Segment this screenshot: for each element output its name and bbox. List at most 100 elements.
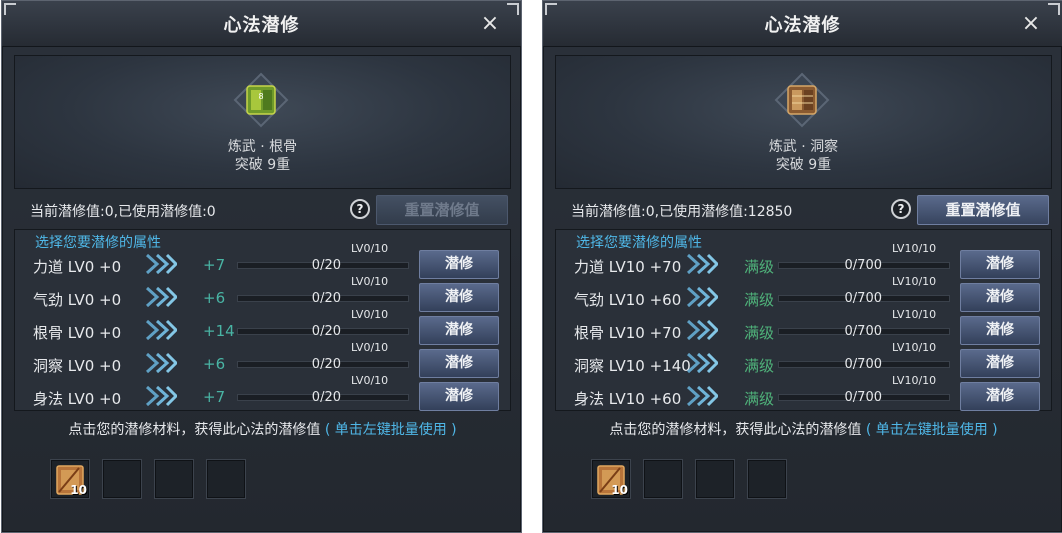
cultivate-button[interactable]: 潜修 xyxy=(419,316,499,345)
material-slot[interactable]: 10 xyxy=(591,459,631,499)
material-slot[interactable] xyxy=(695,459,735,499)
help-icon[interactable]: ? xyxy=(350,199,370,219)
title-bar[interactable]: 心法潜修 × xyxy=(2,1,521,47)
reset-cultivation-button[interactable]: 重置潜修值 xyxy=(376,195,508,225)
material-slot[interactable]: 10 xyxy=(50,459,90,499)
title-bar[interactable]: 心法潜修 × xyxy=(543,1,1062,47)
chevron-right-icon xyxy=(684,252,720,276)
attribute-name: 洞察 LV0 +0 xyxy=(33,357,122,375)
attribute-name: 力道 LV10 +70 xyxy=(574,258,682,276)
item-name: 炼武 · 洞察 xyxy=(768,139,839,155)
attribute-max-level: 满级 xyxy=(744,390,775,408)
attribute-name: 洞察 LV10 +140 xyxy=(574,357,691,375)
attribute-level: LV10/10 xyxy=(892,242,937,255)
cultivate-button[interactable]: 潜修 xyxy=(419,382,499,411)
reset-cultivation-button[interactable]: 重置潜修值 xyxy=(917,195,1049,225)
hint-text: 点击您的潜修材料，获得此心法的潜修值 xyxy=(68,422,321,438)
progress-count: 0/700 xyxy=(844,357,882,372)
cultivation-value-text: 当前潜修值:0,已使用潜修值:0 xyxy=(30,204,216,220)
cultivation-value-text: 当前潜修值:0,已使用潜修值:12850 xyxy=(571,204,793,220)
progress-count: 0/20 xyxy=(311,324,341,339)
attribute-row-constitution: 根骨 LV10 +70 满级 0/700 LV10/10 潜修 xyxy=(556,308,1051,347)
progress-count: 0/20 xyxy=(311,390,341,405)
chevron-right-icon xyxy=(684,285,720,309)
attribute-name: 身法 LV0 +0 xyxy=(33,390,122,408)
cultivate-button[interactable]: 潜修 xyxy=(419,349,499,378)
cultivate-button[interactable]: 潜修 xyxy=(960,382,1040,411)
cultivate-button[interactable]: 潜修 xyxy=(960,349,1040,378)
progress-count: 0/700 xyxy=(844,291,882,306)
green-book-icon[interactable]: 8 xyxy=(231,72,291,128)
item-display: 炼武 · 洞察 突破 9重 xyxy=(555,55,1052,189)
item-breakthrough: 突破 9重 xyxy=(234,157,291,173)
attribute-level: LV10/10 xyxy=(892,374,937,387)
batch-use-link[interactable]: ( 单击左键批量使用 ) xyxy=(866,422,998,438)
attribute-name: 身法 LV10 +60 xyxy=(574,390,682,408)
cultivation-info-row: 当前潜修值:0,已使用潜修值:0 ? 重置潜修值 xyxy=(14,191,511,227)
cultivate-button[interactable]: 潜修 xyxy=(960,250,1040,279)
attribute-row-insight: 洞察 LV0 +0 +6 0/20 LV0/10 潜修 xyxy=(15,341,510,380)
cultivate-button[interactable]: 潜修 xyxy=(419,250,499,279)
slot-quantity: 10 xyxy=(611,483,628,497)
cultivation-info-row: 当前潜修值:0,已使用潜修值:12850 ? 重置潜修值 xyxy=(555,191,1052,227)
chevron-right-icon xyxy=(684,318,720,342)
cultivate-button[interactable]: 潜修 xyxy=(419,283,499,312)
panel-title: 心法潜修 xyxy=(764,15,841,36)
attribute-level: LV0/10 xyxy=(351,275,389,288)
progress-count: 0/700 xyxy=(844,390,882,405)
attribute-row-constitution: 根骨 LV0 +0 +14 0/20 LV0/10 潜修 xyxy=(15,308,510,347)
chevron-right-icon xyxy=(143,351,179,375)
attribute-max-level: 满级 xyxy=(744,324,775,342)
attribute-max-level: 满级 xyxy=(744,357,775,375)
svg-text:8: 8 xyxy=(258,92,263,101)
attribute-max-level: 满级 xyxy=(744,291,775,309)
progress-count: 0/20 xyxy=(311,291,341,306)
progress-count: 0/20 xyxy=(311,357,341,372)
attribute-max-level: 满级 xyxy=(744,258,775,276)
attribute-row-energy: 气劲 LV0 +0 +6 0/20 LV0/10 潜修 xyxy=(15,275,510,314)
cultivate-button[interactable]: 潜修 xyxy=(960,283,1040,312)
material-slot[interactable] xyxy=(747,459,787,499)
attribute-list: 选择您要潜修的属性 力道 LV10 +70 满级 0/700 LV10/10 潜… xyxy=(555,229,1052,411)
material-slot[interactable] xyxy=(206,459,246,499)
attribute-level: LV0/10 xyxy=(351,308,389,321)
chevron-right-icon xyxy=(143,384,179,408)
item-display: 8 炼武 · 根骨 突破 9重 xyxy=(14,55,511,189)
close-icon[interactable]: × xyxy=(1018,11,1044,37)
cultivation-panel-left: 心法潜修 × 8 炼武 · 根骨 突破 9重 当前潜修值:0,已使用潜修值:0 … xyxy=(1,0,522,533)
batch-use-link[interactable]: ( 单击左键批量使用 ) xyxy=(325,422,457,438)
material-hint: 点击您的潜修材料，获得此心法的潜修值 ( 单击左键批量使用 ) xyxy=(14,419,511,439)
chevron-right-icon xyxy=(684,351,720,375)
attribute-row-insight: 洞察 LV10 +140 满级 0/700 LV10/10 潜修 xyxy=(556,341,1051,380)
attribute-list: 选择您要潜修的属性 力道 LV0 +0 +7 0/20 LV0/10 潜修 气劲… xyxy=(14,229,511,411)
chevron-right-icon xyxy=(143,252,179,276)
chevron-right-icon xyxy=(684,384,720,408)
attribute-level: LV10/10 xyxy=(892,308,937,321)
panel-title: 心法潜修 xyxy=(223,15,300,36)
hint-text: 点击您的潜修材料，获得此心法的潜修值 xyxy=(609,422,862,438)
brown-book-icon[interactable] xyxy=(772,72,832,128)
attribute-row-energy: 气劲 LV10 +60 满级 0/700 LV10/10 潜修 xyxy=(556,275,1051,314)
progress-count: 0/20 xyxy=(311,258,341,273)
material-slot[interactable] xyxy=(643,459,683,499)
chevron-right-icon xyxy=(143,318,179,342)
slot-quantity: 10 xyxy=(70,483,87,497)
attribute-level: LV10/10 xyxy=(892,341,937,354)
progress-count: 0/700 xyxy=(844,258,882,273)
attribute-name: 根骨 LV10 +70 xyxy=(574,324,682,342)
material-slots: 10 xyxy=(591,459,851,501)
close-icon[interactable]: × xyxy=(477,11,503,37)
material-slot[interactable] xyxy=(102,459,142,499)
attribute-increment: +14 xyxy=(203,322,235,340)
cultivate-button[interactable]: 潜修 xyxy=(960,316,1040,345)
attribute-name: 气劲 LV10 +60 xyxy=(574,291,682,309)
progress-count: 0/700 xyxy=(844,324,882,339)
attribute-row-agility: 身法 LV0 +0 +7 0/20 LV0/10 潜修 xyxy=(15,374,510,413)
attribute-row-agility: 身法 LV10 +60 满级 0/700 LV10/10 潜修 xyxy=(556,374,1051,413)
attribute-row-strength: 力道 LV10 +70 满级 0/700 LV10/10 潜修 xyxy=(556,242,1051,281)
material-slot[interactable] xyxy=(154,459,194,499)
help-icon[interactable]: ? xyxy=(891,199,911,219)
attribute-level: LV0/10 xyxy=(351,242,389,255)
attribute-level: LV10/10 xyxy=(892,275,937,288)
attribute-increment: +6 xyxy=(203,355,226,373)
